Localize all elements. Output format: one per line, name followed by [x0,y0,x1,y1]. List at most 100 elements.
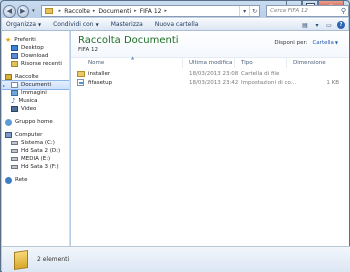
back-arrow-icon: ◀ [6,7,12,15]
drive-icon [11,157,18,161]
drive-icon [11,141,18,145]
network-icon [5,176,12,184]
sidebar-item-label: Video [21,106,37,112]
breadcrumb-separator-icon[interactable]: ▸ [59,8,62,14]
file-list-pane: Raccolta Documenti FIFA 12 Disponi per: C… [71,31,349,246]
file-type-cell: Cartella di file [241,70,280,77]
sidebar-group-label: Preferiti [14,37,36,43]
column-header-label: Nome [88,60,105,66]
item-count: 2 elementi [37,256,70,263]
column-header-type[interactable]: Tipo [235,58,287,68]
file-name-cell: installer [71,69,183,78]
sidebar-item-label: Immagini [21,90,47,96]
column-header-label: Dimensione [293,60,326,66]
drive-icon [11,149,18,153]
sidebar-item-drive-c[interactable]: Sistema (C:) [2,139,69,147]
expand-arrow-icon[interactable]: ▸ [3,83,5,88]
column-header-label: Ultima modifica [189,60,233,66]
documents-icon [11,82,18,88]
address-end-controls: ▾ ↻ [239,6,259,16]
settings-file-icon [77,79,84,86]
sidebar-group-network[interactable]: Rete [2,176,69,184]
change-view-icon[interactable]: ▤ [299,20,311,30]
sidebar-item-music[interactable]: ♪ Musica [2,97,69,105]
burn-label: Masterizza [110,21,143,28]
sidebar-item-pictures[interactable]: Immagini [2,89,69,97]
sidebar-item-drive-d[interactable]: Hd Sata 2 (D:) [2,147,69,155]
breadcrumb-separator-icon[interactable]: ▸ [134,8,137,14]
file-date-cell: 18/03/2013 23:42 [189,79,239,86]
star-icon: ★ [5,36,12,44]
sidebar-group-label: Rete [15,177,28,183]
share-label: Condividi con [53,21,94,28]
sidebar-group-computer[interactable]: Computer [2,131,69,139]
sidebar-item-drive-f[interactable]: Hd Sata 3 (F:) [2,163,69,171]
refresh-icon[interactable]: ↻ [249,6,259,16]
sidebar-group-label: Raccolte [15,74,39,80]
chevron-down-icon: ▼ [38,22,42,27]
homegroup-icon [5,118,12,126]
breadcrumb-fifa12[interactable]: FIFA 12 [140,8,162,15]
table-row[interactable]: installer 18/03/2013 23:08 Cartella di f… [71,69,349,78]
search-input[interactable]: Cerca FIFA 12 ⚲ [266,5,349,17]
table-row[interactable]: fifasetup 18/03/2013 23:42 Impostazioni … [71,78,349,87]
sidebar-item-label: Risorse recenti [21,61,62,67]
library-header: Raccolta Documenti FIFA 12 Disponi per: C… [71,31,349,58]
recent-pages-dropdown[interactable]: ▾ [32,8,35,14]
sidebar-item-download[interactable]: Download [2,52,69,60]
address-dropdown-icon[interactable]: ▾ [239,6,249,16]
column-header-date[interactable]: Ultima modifica [183,58,235,68]
breadcrumb-separator-icon[interactable]: ▸ [164,8,167,14]
preview-pane-icon[interactable]: ▭ [323,20,335,30]
sidebar-item-documents[interactable]: ▸ Documenti [2,80,69,90]
sidebar-item-label: Sistema (C:) [21,140,55,146]
sidebar-item-label: MEDIA (E:) [21,156,51,162]
sort-arrow-icon: ▲ [131,55,135,60]
share-with-button[interactable]: Condividi con ▼ [53,21,99,28]
desktop-icon [11,45,18,51]
sidebar-item-label: Download [21,53,49,59]
file-name: installer [88,70,111,77]
sidebar-item-label: Musica [18,98,38,104]
sidebar-item-drive-e[interactable]: MEDIA (E:) [2,155,69,163]
pictures-icon [11,90,18,96]
file-name: fifasetup [88,79,113,86]
sidebar-group-libraries[interactable]: Raccolte [2,73,69,81]
folder-icon [77,70,85,77]
address-bar[interactable]: ▸ Raccolte ▸ Documenti ▸ FIFA 12 ▸ ▾ ↻ [40,5,261,17]
view-dropdown-icon[interactable]: ▾ [311,20,323,30]
sidebar-item-video[interactable]: Video [2,105,69,113]
breadcrumb-raccolte[interactable]: Raccolte [64,8,90,15]
column-header-row: ▲ Nome Ultima modifica Tipo Dimensione [71,55,349,68]
sidebar-group-homegroup[interactable]: Gruppo home [2,118,69,126]
sidebar-group-favorites[interactable]: ★ Preferiti [2,36,69,44]
arrange-by: Disponi per: Cartella▼ [274,40,338,46]
arrange-by-label: Disponi per: [274,40,308,46]
sidebar-item-label: Hd Sata 3 (F:) [21,164,59,170]
file-size-cell [287,69,339,78]
sidebar-item-label: Hd Sata 2 (D:) [21,148,61,154]
help-icon[interactable]: ? [337,21,345,29]
arrange-by-dropdown[interactable]: Cartella [312,40,333,46]
breadcrumb-documenti[interactable]: Documenti [98,8,131,15]
new-folder-button[interactable]: Nuova cartella [155,21,199,28]
organize-label: Organizza [6,21,37,28]
view-controls: ▤ ▾ ▭ ? [299,20,345,30]
back-button[interactable]: ◀ [3,4,16,18]
breadcrumb-separator-icon[interactable]: ▸ [93,8,96,14]
search-icon[interactable]: ⚲ [341,7,346,15]
sidebar-item-recent[interactable]: Risorse recenti [2,60,69,68]
sidebar-group-label: Computer [15,132,43,138]
forward-button[interactable]: ▶ [16,4,30,18]
burn-button[interactable]: Masterizza [111,21,143,28]
column-header-size[interactable]: Dimensione [287,58,345,68]
music-icon: ♪ [11,97,16,105]
file-date-cell: 18/03/2013 23:08 [189,70,239,77]
sidebar-item-desktop[interactable]: Desktop [2,44,69,52]
chevron-down-icon: ▼ [95,22,99,27]
column-header-name[interactable]: ▲ Nome [71,55,183,68]
recent-places-icon [11,61,18,67]
drive-icon [11,165,18,169]
file-name-cell: fifasetup [71,78,183,87]
organize-button[interactable]: Organizza ▼ [6,21,41,28]
